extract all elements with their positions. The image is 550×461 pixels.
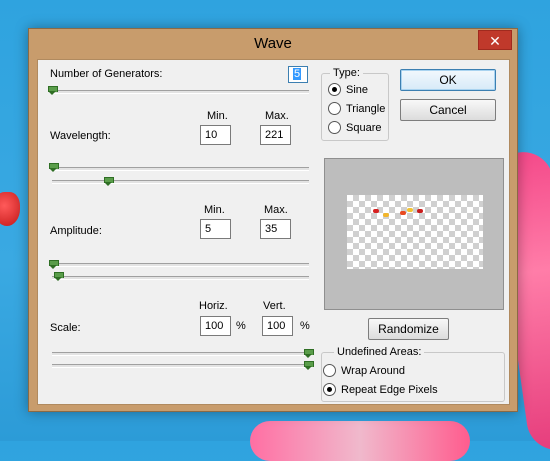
preview-red-mark <box>417 209 423 213</box>
radio-selected-icon <box>328 83 341 96</box>
wrap-around-label: Wrap Around <box>341 364 406 377</box>
preview-red-mark <box>400 211 406 215</box>
amplitude-min-slider-track[interactable] <box>52 263 309 267</box>
generators-input[interactable]: 5 <box>288 66 308 83</box>
preview-yellow-mark <box>383 213 389 217</box>
amplitude-max-slider-thumb[interactable] <box>54 272 64 281</box>
amplitude-min-header: Min. <box>204 204 225 216</box>
desktop-strawberry-decoration <box>0 192 20 226</box>
radio-unselected-icon <box>328 121 341 134</box>
preview-pane <box>324 158 504 310</box>
close-button[interactable]: ✕ <box>478 30 512 50</box>
wavelength-label: Wavelength: <box>50 130 111 142</box>
generators-label: Number of Generators: <box>50 68 163 80</box>
desktop-bottom-decoration <box>250 421 470 461</box>
type-square-radio[interactable]: Square <box>328 121 381 134</box>
scale-vert-unit: % <box>300 320 310 332</box>
generators-slider-thumb[interactable] <box>48 86 58 95</box>
wavelength-min-header: Min. <box>207 110 228 122</box>
scale-label: Scale: <box>50 322 81 334</box>
scale-vert-header: Vert. <box>263 300 286 312</box>
preview-image <box>347 195 483 269</box>
preview-red-mark <box>373 209 379 213</box>
preview-yellow-mark <box>407 208 413 212</box>
amplitude-min-input[interactable]: 5 <box>200 219 231 239</box>
generators-slider-track[interactable] <box>52 90 309 94</box>
scale-horiz-unit: % <box>236 320 246 332</box>
wavelength-max-header: Max. <box>265 110 289 122</box>
wavelength-min-input[interactable]: 10 <box>200 125 231 145</box>
randomize-button[interactable]: Randomize <box>368 318 449 340</box>
repeat-edge-pixels-label: Repeat Edge Pixels <box>341 383 438 396</box>
type-triangle-label: Triangle <box>346 102 386 115</box>
amplitude-max-header: Max. <box>264 204 288 216</box>
amplitude-label: Amplitude: <box>50 225 102 237</box>
type-sine-radio[interactable]: Sine <box>328 83 368 96</box>
wavelength-max-input[interactable]: 221 <box>260 125 291 145</box>
radio-selected-icon <box>323 383 336 396</box>
dialog-body: Number of Generators: 5 Min. Max. Wavele… <box>37 59 510 405</box>
type-square-label: Square <box>346 121 382 134</box>
wrap-around-radio[interactable]: Wrap Around <box>323 364 405 377</box>
scale-horiz-slider-track[interactable] <box>52 352 309 356</box>
amplitude-max-slider-track[interactable] <box>52 276 309 280</box>
scale-vert-slider-thumb[interactable] <box>304 361 314 370</box>
ok-button[interactable]: OK <box>400 69 496 91</box>
cancel-button[interactable]: Cancel <box>400 99 496 121</box>
scale-horiz-slider-thumb[interactable] <box>304 349 314 358</box>
type-group-legend: Type: <box>330 67 363 79</box>
wavelength-min-slider-thumb[interactable] <box>49 163 59 172</box>
scale-vert-input[interactable]: 100 <box>262 316 293 336</box>
generators-value: 5 <box>293 68 302 80</box>
scale-vert-slider-track[interactable] <box>52 364 309 368</box>
close-icon: ✕ <box>489 33 501 49</box>
amplitude-min-slider-thumb[interactable] <box>49 260 59 269</box>
repeat-edge-pixels-radio[interactable]: Repeat Edge Pixels <box>323 383 438 396</box>
wavelength-min-slider-track[interactable] <box>52 167 309 171</box>
title-bar[interactable]: Wave ✕ <box>29 29 517 59</box>
type-triangle-radio[interactable]: Triangle <box>328 102 385 115</box>
radio-unselected-icon <box>328 102 341 115</box>
undefined-areas-legend: Undefined Areas: <box>334 346 425 358</box>
scale-horiz-input[interactable]: 100 <box>200 316 231 336</box>
wave-dialog: Wave ✕ Number of Generators: 5 Min. Max.… <box>28 28 518 412</box>
amplitude-max-input[interactable]: 35 <box>260 219 291 239</box>
wavelength-max-slider-thumb[interactable] <box>104 177 114 186</box>
scale-horiz-header: Horiz. <box>199 300 228 312</box>
type-sine-label: Sine <box>346 83 369 96</box>
radio-unselected-icon <box>323 364 336 377</box>
dialog-title: Wave <box>254 35 292 52</box>
wavelength-max-slider-track[interactable] <box>52 180 309 184</box>
